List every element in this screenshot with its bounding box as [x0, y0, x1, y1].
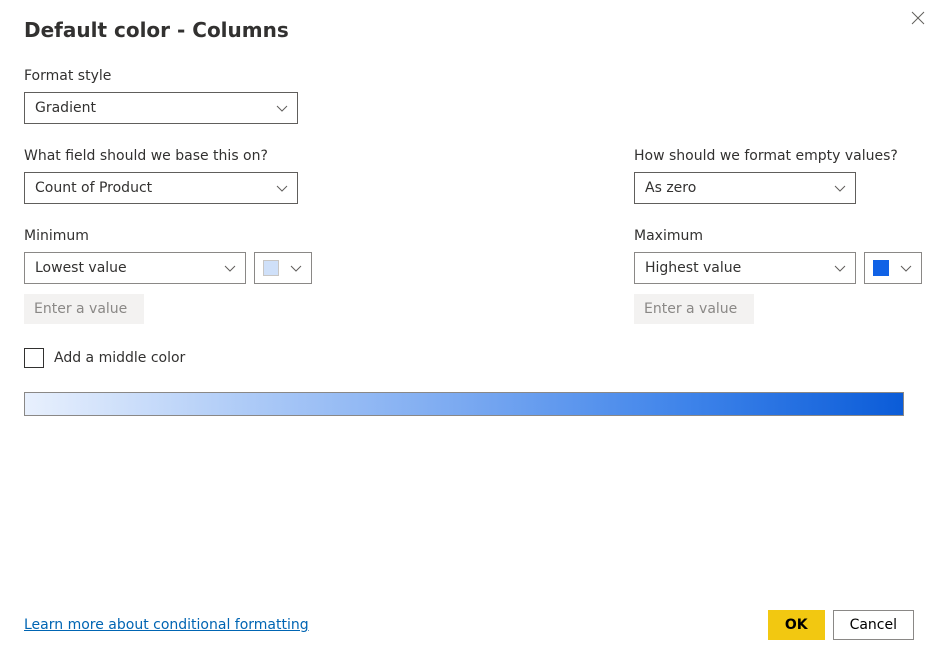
chevron-down-icon	[833, 261, 847, 275]
empty-format-label: How should we format empty values?	[634, 148, 914, 164]
minimum-dropdown[interactable]: Lowest value	[24, 252, 246, 284]
format-style-value: Gradient	[35, 100, 96, 116]
chevron-down-icon	[275, 181, 289, 195]
minimum-value-input[interactable]	[24, 294, 144, 324]
chevron-down-icon	[289, 261, 303, 275]
cancel-button[interactable]: Cancel	[833, 610, 914, 640]
maximum-label: Maximum	[634, 228, 922, 244]
minimum-color-picker[interactable]	[254, 252, 312, 284]
chevron-down-icon	[275, 101, 289, 115]
middle-color-checkbox[interactable]	[24, 348, 44, 368]
field-base-dropdown[interactable]: Count of Product	[24, 172, 298, 204]
maximum-value-input[interactable]	[634, 294, 754, 324]
maximum-color-picker[interactable]	[864, 252, 922, 284]
maximum-dropdown[interactable]: Highest value	[634, 252, 856, 284]
field-base-label: What field should we base this on?	[24, 148, 634, 164]
chevron-down-icon	[833, 181, 847, 195]
empty-format-dropdown[interactable]: As zero	[634, 172, 856, 204]
chevron-down-icon	[223, 261, 237, 275]
format-style-label: Format style	[24, 68, 914, 84]
chevron-down-icon	[899, 261, 913, 275]
maximum-value: Highest value	[645, 260, 741, 276]
gradient-preview	[24, 392, 904, 416]
minimum-label: Minimum	[24, 228, 634, 244]
empty-format-value: As zero	[645, 180, 696, 196]
field-base-value: Count of Product	[35, 180, 152, 196]
minimum-color-swatch	[263, 260, 279, 276]
learn-more-link[interactable]: Learn more about conditional formatting	[24, 617, 309, 633]
maximum-color-swatch	[873, 260, 889, 276]
middle-color-label: Add a middle color	[54, 350, 185, 366]
close-icon[interactable]	[910, 10, 926, 26]
minimum-value: Lowest value	[35, 260, 127, 276]
dialog-title: Default color - Columns	[24, 18, 914, 42]
ok-button[interactable]: OK	[768, 610, 825, 640]
format-style-dropdown[interactable]: Gradient	[24, 92, 298, 124]
